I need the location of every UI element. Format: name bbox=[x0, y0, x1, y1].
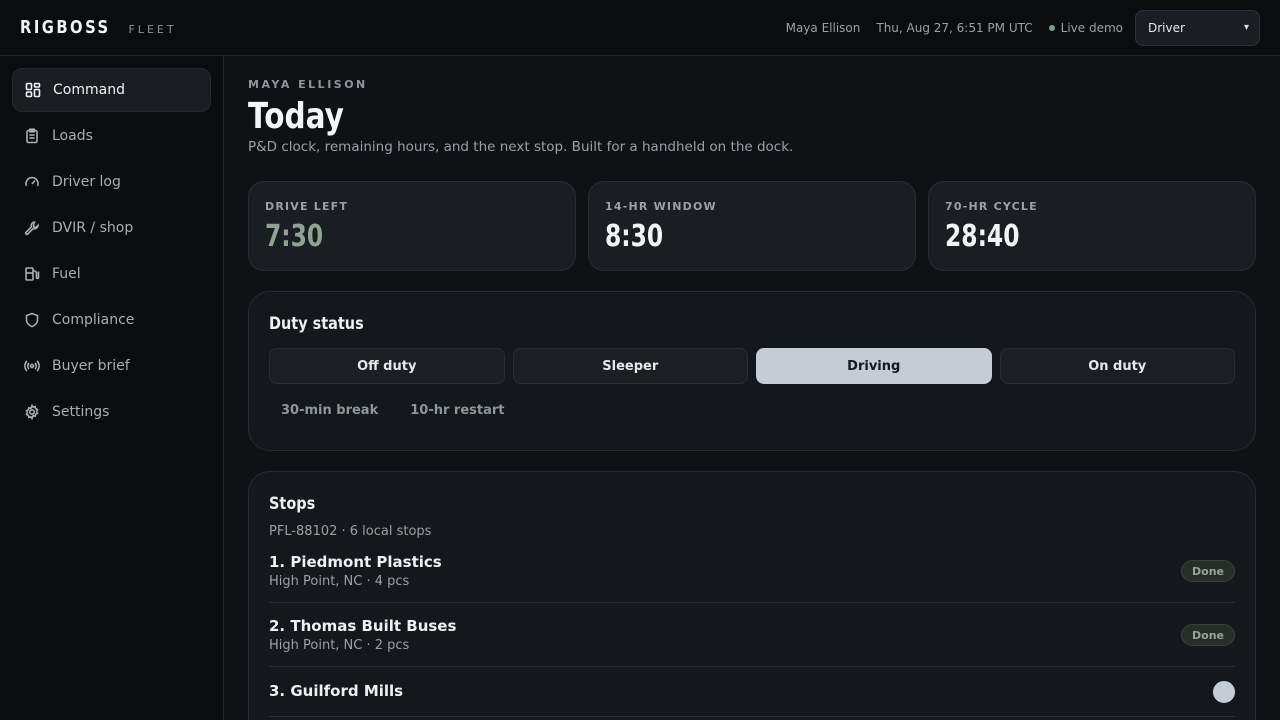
page-title: Today bbox=[248, 96, 344, 137]
role-select[interactable]: Driver ▾ bbox=[1135, 9, 1260, 46]
stat-card-14hr-window: 14-HR WINDOW 8:30 bbox=[588, 181, 916, 271]
shield-icon bbox=[24, 312, 40, 328]
sidebar-item-label: Loads bbox=[52, 128, 93, 144]
duty-on-button[interactable]: On duty bbox=[999, 348, 1235, 384]
stops-subtitle: PFL-88102 · 6 local stops bbox=[269, 524, 432, 539]
sidebar-item-label: Driver log bbox=[52, 174, 121, 190]
stat-label: DRIVE LEFT bbox=[265, 200, 349, 213]
brand-logo[interactable]: RIGBOSS FLEET bbox=[20, 17, 177, 38]
duty-driving-button[interactable]: Driving bbox=[756, 348, 992, 384]
gear-icon bbox=[24, 404, 40, 420]
stat-value: 8:30 bbox=[605, 219, 664, 254]
status-badge bbox=[1213, 681, 1235, 703]
stat-card-70hr-cycle: 70-HR CYCLE 28:40 bbox=[928, 181, 1256, 271]
stat-value: 7:30 bbox=[265, 219, 324, 254]
main-content: MAYA ELLISON Today P&D clock, remaining … bbox=[224, 56, 1280, 720]
stop-meta: High Point, NC · 2 pcs bbox=[269, 638, 410, 653]
duty-status-options: Off duty Sleeper Driving On duty bbox=[269, 348, 1235, 384]
list-item[interactable]: 2. Thomas Built Buses High Point, NC · 2… bbox=[269, 603, 1235, 667]
sidebar-item-command[interactable]: Command bbox=[12, 68, 211, 112]
header-user: Maya Ellison bbox=[785, 20, 861, 35]
live-indicator: Live demo bbox=[1048, 20, 1123, 35]
stat-value: 28:40 bbox=[945, 219, 1020, 254]
restart-10hr-button[interactable]: 10-hr restart bbox=[398, 392, 516, 428]
stop-name: 2. Thomas Built Buses bbox=[269, 617, 457, 635]
sidebar-item-label: Settings bbox=[52, 404, 110, 420]
stat-card-drive-left: DRIVE LEFT 7:30 bbox=[248, 181, 576, 271]
stop-meta: High Point, NC · 4 pcs bbox=[269, 574, 410, 589]
broadcast-icon bbox=[24, 358, 40, 374]
sidebar-item-label: Buyer brief bbox=[52, 358, 130, 374]
sidebar-item-label: Command bbox=[53, 82, 125, 98]
page-eyebrow: MAYA ELLISON bbox=[248, 78, 368, 91]
sidebar-item-buyer-brief[interactable]: Buyer brief bbox=[12, 344, 211, 388]
gauge-icon bbox=[24, 174, 40, 190]
stats-row: DRIVE LEFT 7:30 14-HR WINDOW 8:30 70-HR … bbox=[248, 181, 1256, 271]
grid-icon bbox=[25, 82, 41, 98]
list-item[interactable]: 3. Guilford Mills bbox=[269, 667, 1235, 717]
wrench-icon bbox=[24, 220, 40, 236]
stops-card: Stops PFL-88102 · 6 local stops 1. Piedm… bbox=[248, 471, 1256, 720]
sidebar-item-loads[interactable]: Loads bbox=[12, 114, 211, 158]
sidebar-item-fuel[interactable]: Fuel bbox=[12, 252, 211, 296]
top-bar: RIGBOSS FLEET Maya Ellison Thu, Aug 27, … bbox=[0, 0, 1280, 56]
sidebar-item-settings[interactable]: Settings bbox=[12, 390, 211, 434]
status-badge: Done bbox=[1181, 560, 1235, 582]
sidebar-item-label: Compliance bbox=[52, 312, 135, 328]
stop-name: 1. Piedmont Plastics bbox=[269, 553, 442, 571]
brand-sub: FLEET bbox=[128, 23, 177, 36]
sidebar-item-compliance[interactable]: Compliance bbox=[12, 298, 211, 342]
duty-sleeper-button[interactable]: Sleeper bbox=[512, 348, 748, 384]
sidebar-item-dvir-shop[interactable]: DVIR / shop bbox=[12, 206, 211, 250]
duty-status-card: Duty status Off duty Sleeper Driving On … bbox=[248, 291, 1256, 451]
page-subtitle: P&D clock, remaining hours, and the next… bbox=[248, 139, 794, 155]
header-datetime: Thu, Aug 27, 6:51 PM UTC bbox=[876, 20, 1033, 35]
duty-status-title: Duty status bbox=[269, 314, 364, 334]
chevron-down-icon: ▾ bbox=[1243, 22, 1249, 33]
fuel-icon bbox=[24, 266, 40, 282]
stat-label: 70-HR CYCLE bbox=[945, 200, 1038, 213]
sidebar-item-label: DVIR / shop bbox=[52, 220, 134, 236]
sidebar: Command Loads Driver log DVIR / shop Fue… bbox=[0, 56, 224, 720]
stat-label: 14-HR WINDOW bbox=[605, 200, 717, 213]
break-30min-button[interactable]: 30-min break bbox=[269, 392, 390, 428]
status-badge: Done bbox=[1181, 624, 1235, 646]
brand-name: RIGBOSS bbox=[20, 17, 111, 38]
list-item[interactable]: 1. Piedmont Plastics High Point, NC · 4 … bbox=[269, 539, 1235, 603]
sidebar-item-driver-log[interactable]: Driver log bbox=[12, 160, 211, 204]
live-dot-icon bbox=[1048, 24, 1055, 31]
clipboard-icon bbox=[24, 128, 40, 144]
stop-name: 3. Guilford Mills bbox=[269, 681, 404, 700]
role-select-value: Driver bbox=[1148, 20, 1185, 35]
stops-title: Stops bbox=[269, 494, 316, 514]
duty-off-button[interactable]: Off duty bbox=[269, 348, 505, 384]
sidebar-item-label: Fuel bbox=[52, 266, 81, 282]
live-label: Live demo bbox=[1060, 20, 1123, 35]
